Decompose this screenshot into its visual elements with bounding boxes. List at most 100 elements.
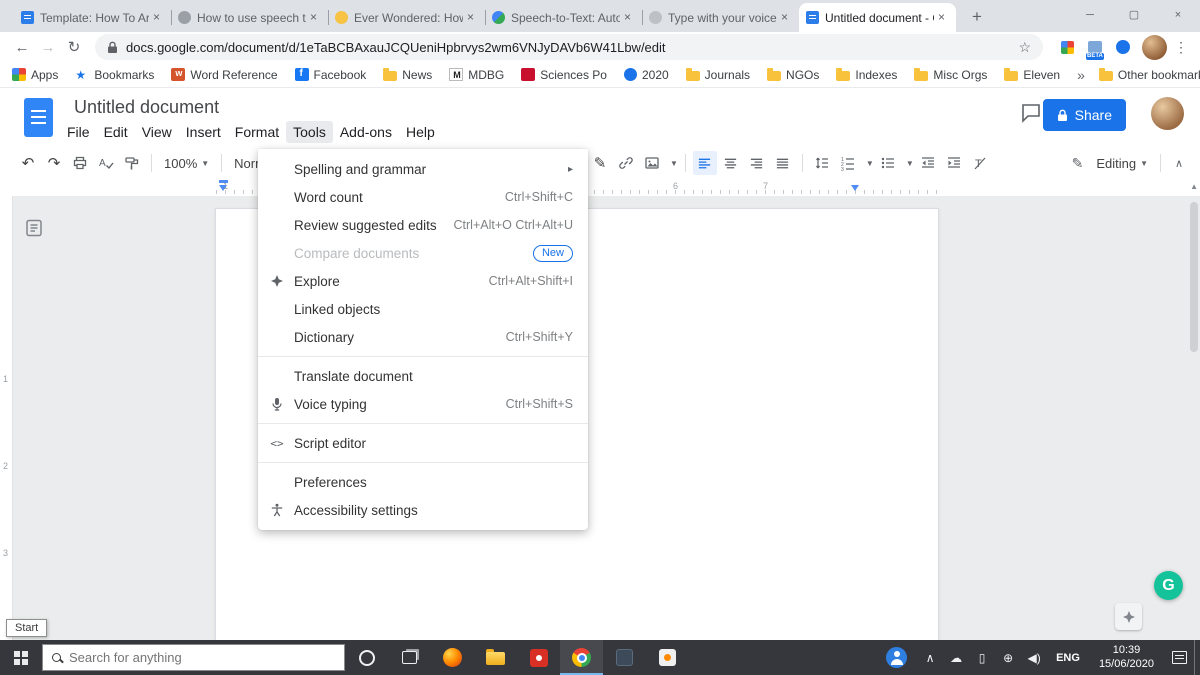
menu-item-dictionary[interactable]: Dictionary Ctrl+Shift+Y — [258, 323, 588, 351]
browser-tab-active[interactable]: Untitled document - G × — [799, 3, 956, 32]
right-indent-marker[interactable] — [851, 185, 859, 191]
new-tab-button[interactable]: + — [964, 4, 990, 30]
menu-insert[interactable]: Insert — [179, 121, 228, 143]
tab-close-icon[interactable]: × — [149, 10, 164, 25]
align-center-button[interactable] — [719, 151, 743, 175]
show-desktop-button[interactable] — [1194, 640, 1200, 675]
network-icon[interactable]: ⊕ — [995, 651, 1021, 665]
vertical-ruler[interactable]: 1 2 3 — [0, 196, 13, 640]
app-dark-button[interactable] — [603, 640, 646, 675]
cortana-button[interactable] — [345, 640, 388, 675]
extension-icon[interactable] — [1055, 34, 1079, 60]
menu-tools[interactable]: Tools — [286, 121, 333, 143]
bookmark-ngos[interactable]: NGOs — [767, 68, 819, 82]
tab-close-icon[interactable]: × — [463, 10, 478, 25]
taskbar-search[interactable] — [42, 644, 345, 671]
menu-item-review-suggested-edits[interactable]: Review suggested edits Ctrl+Alt+O Ctrl+A… — [258, 211, 588, 239]
clear-formatting-button[interactable]: T — [968, 151, 992, 175]
share-button[interactable]: Share — [1042, 99, 1126, 131]
bookmark-journals[interactable]: Journals — [685, 68, 750, 82]
spellcheck-button[interactable]: A — [94, 151, 118, 175]
vertical-scrollbar[interactable] — [1190, 202, 1198, 352]
menu-item-translate-document[interactable]: Translate document — [258, 362, 588, 390]
document-outline-icon[interactable] — [24, 218, 46, 240]
menu-item-compare-documents[interactable]: Compare documents New — [258, 239, 588, 267]
volume-icon[interactable]: ◀) — [1021, 651, 1047, 665]
profile-avatar[interactable] — [1142, 34, 1167, 60]
menu-item-preferences[interactable]: Preferences — [258, 468, 588, 496]
align-left-button[interactable] — [692, 151, 717, 175]
left-indent-marker[interactable] — [219, 185, 227, 191]
notification-center-button[interactable] — [1164, 651, 1194, 664]
search-input[interactable] — [69, 650, 335, 665]
bookmark-word-reference[interactable]: Word Reference — [171, 68, 278, 82]
menu-item-spelling-and-grammar[interactable]: Spelling and grammar ▸ — [258, 155, 588, 183]
chrome-button[interactable] — [560, 640, 603, 675]
tab-close-icon[interactable]: × — [620, 10, 635, 25]
bookmark-star-icon[interactable]: ☆ — [1018, 39, 1031, 56]
insert-image-button[interactable] — [640, 151, 664, 175]
bookmark-news[interactable]: News — [383, 68, 432, 82]
menu-item-voice-typing[interactable]: Voice typing Ctrl+Shift+S — [258, 390, 588, 418]
editing-mode-select[interactable]: Editing ▼ — [1091, 151, 1153, 175]
bookmark-bookmarks[interactable]: Bookmarks — [75, 68, 154, 82]
explore-button[interactable] — [1115, 603, 1142, 630]
beta-extension-icon[interactable]: BETA — [1083, 34, 1107, 60]
bookmark-2020[interactable]: 2020 — [623, 68, 669, 82]
minimize-icon[interactable]: ─ — [1068, 0, 1112, 30]
menu-file[interactable]: File — [60, 121, 97, 143]
bookmarks-overflow-icon[interactable]: » — [1077, 67, 1085, 83]
bookmark-mdbg[interactable]: MDBG — [449, 68, 504, 82]
chevron-down-icon[interactable]: ▼ — [906, 159, 914, 168]
align-right-button[interactable] — [745, 151, 769, 175]
address-bar[interactable]: docs.google.com/document/d/1eTaBCBAxauJC… — [95, 34, 1043, 60]
bookmark-apps[interactable]: Apps — [12, 68, 58, 82]
menu-view[interactable]: View — [135, 121, 179, 143]
task-view-button[interactable] — [388, 640, 431, 675]
scroll-up-icon[interactable]: ▲ — [1190, 182, 1198, 191]
menu-addons[interactable]: Add-ons — [333, 121, 399, 143]
justify-button[interactable] — [771, 151, 795, 175]
menu-item-explore[interactable]: Explore Ctrl+Alt+Shift+I — [258, 267, 588, 295]
redo-button[interactable]: ↷ — [42, 151, 66, 175]
bookmark-sciences-po[interactable]: Sciences Po — [521, 68, 607, 82]
bookmark-eleven[interactable]: Eleven — [1004, 68, 1060, 82]
undo-button[interactable]: ↶ — [16, 151, 40, 175]
increase-indent-button[interactable] — [942, 151, 966, 175]
menu-item-linked-objects[interactable]: Linked objects — [258, 295, 588, 323]
tab-close-icon[interactable]: × — [777, 10, 792, 25]
app-red-button[interactable] — [517, 640, 560, 675]
menu-item-word-count[interactable]: Word count Ctrl+Shift+C — [258, 183, 588, 211]
browser-tab-4[interactable]: Speech-to-Text: Autom × — [485, 3, 642, 32]
tray-expand-icon[interactable]: ∧ — [917, 651, 943, 665]
back-icon[interactable]: ← — [9, 39, 35, 56]
browser-tab-3[interactable]: Ever Wondered: How d × — [328, 3, 485, 32]
line-spacing-button[interactable] — [810, 151, 834, 175]
other-bookmarks-button[interactable]: Other bookmarks — [1098, 68, 1200, 82]
language-indicator[interactable]: ENG — [1056, 652, 1080, 664]
bookmark-misc-orgs[interactable]: Misc Orgs — [914, 68, 987, 82]
first-line-indent-marker[interactable] — [219, 180, 228, 183]
menu-help[interactable]: Help — [399, 121, 442, 143]
tab-close-icon[interactable]: × — [934, 10, 949, 25]
grammarly-icon[interactable]: G — [1154, 571, 1183, 600]
chevron-down-icon[interactable]: ▼ — [866, 159, 874, 168]
hide-menus-icon[interactable]: ∧ — [1168, 157, 1190, 170]
document-title[interactable]: Untitled document — [74, 97, 219, 118]
maximize-icon[interactable]: ▢ — [1112, 0, 1156, 30]
forward-icon[interactable]: → — [35, 39, 61, 56]
browser-tab-2[interactable]: How to use speech to × — [171, 3, 328, 32]
start-button[interactable] — [0, 640, 42, 675]
docs-logo[interactable] — [24, 98, 53, 137]
extension-icon[interactable] — [1111, 34, 1135, 60]
close-icon[interactable]: × — [1156, 0, 1200, 30]
menu-edit[interactable]: Edit — [97, 121, 135, 143]
browser-tab-1[interactable]: Template: How To Artic × — [14, 3, 171, 32]
firefox-button[interactable] — [431, 640, 474, 675]
tab-close-icon[interactable]: × — [306, 10, 321, 25]
browser-tab-5[interactable]: Type with your voice - × — [642, 3, 799, 32]
user-avatar[interactable] — [1151, 97, 1184, 130]
menu-item-accessibility-settings[interactable]: Accessibility settings — [258, 496, 588, 524]
zoom-select[interactable]: 100% ▼ — [159, 151, 214, 175]
insert-link-button[interactable] — [614, 151, 638, 175]
